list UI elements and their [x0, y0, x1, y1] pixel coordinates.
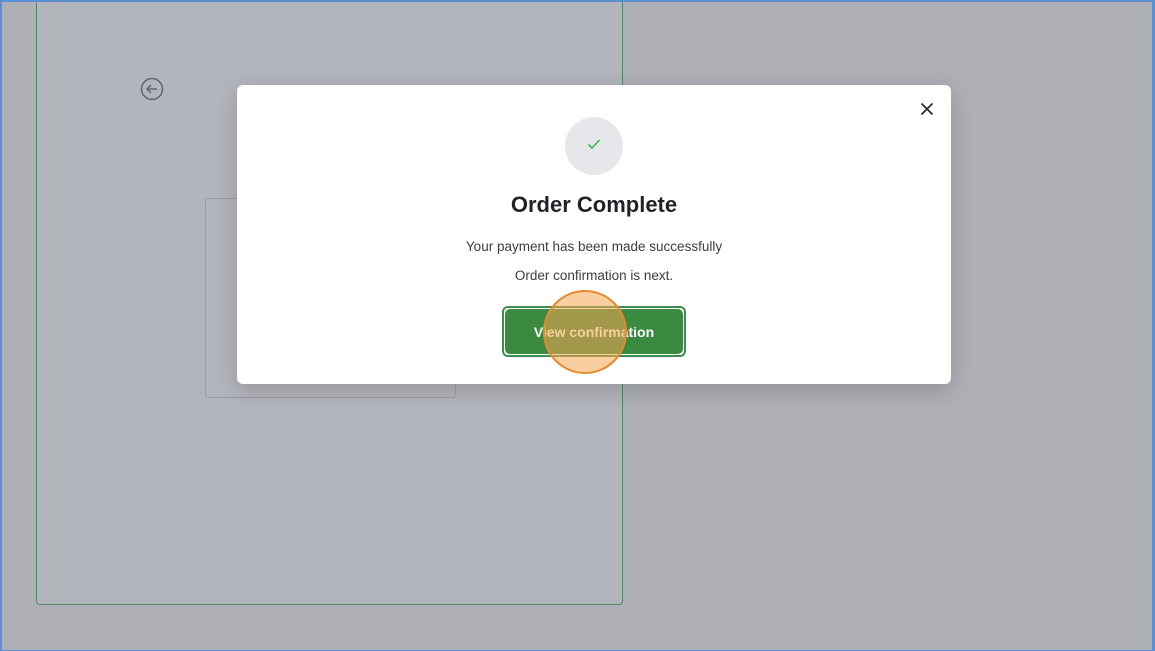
dialog-title: Order Complete [510, 192, 678, 217]
check-icon [587, 137, 601, 155]
next-step-message: Order confirmation is next. [514, 268, 674, 283]
order-complete-dialog: Order Complete Your payment has been mad… [237, 85, 951, 384]
view-confirmation-button[interactable]: View confirmation [505, 309, 683, 354]
close-button[interactable] [915, 99, 939, 123]
app-screen: Order Complete Your payment has been mad… [0, 0, 1155, 651]
success-badge [565, 117, 623, 175]
arrow-left-circle-icon[interactable] [140, 77, 164, 101]
close-icon [920, 102, 934, 121]
payment-success-message: Your payment has been made successfully [465, 239, 723, 254]
